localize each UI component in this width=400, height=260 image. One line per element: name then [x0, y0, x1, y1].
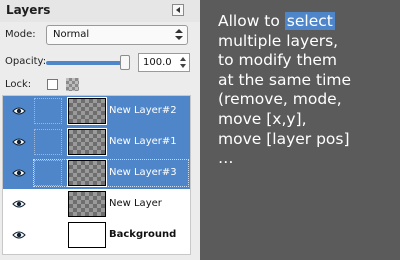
caption-highlight: select: [284, 12, 335, 30]
mode-value: Normal: [53, 29, 90, 40]
eye-icon[interactable]: [12, 167, 26, 179]
eye-icon[interactable]: [12, 229, 26, 241]
opacity-slider-handle[interactable]: [120, 55, 130, 70]
caption-line: at the same time: [218, 70, 352, 89]
mode-select[interactable]: Normal: [46, 25, 188, 45]
layer-thumbnail: [67, 159, 107, 187]
layer-row[interactable]: New Layer#2: [3, 96, 190, 127]
spin-arrows-icon[interactable]: [180, 56, 187, 69]
caption-line: (remove, mode,: [218, 90, 342, 109]
layer-thumbnail: [67, 128, 107, 156]
layer-thumbnail: [67, 97, 107, 125]
panel-header: Layers: [0, 0, 200, 22]
eye-icon[interactable]: [12, 105, 26, 117]
opacity-slider[interactable]: [46, 61, 129, 65]
lock-pixels-checkbox[interactable]: [47, 79, 58, 90]
layer-row[interactable]: New Layer#3: [3, 158, 190, 189]
opacity-value: 100.0: [143, 57, 172, 68]
chain-toggle[interactable]: [34, 160, 62, 186]
eye-icon[interactable]: [12, 198, 26, 210]
caption-text: Allow to: [218, 12, 285, 30]
caption-line: multiple layers,: [218, 31, 339, 50]
layer-thumbnail: [68, 222, 106, 248]
layer-name: New Layer#1: [109, 136, 177, 147]
caption-line: to modify them: [218, 51, 338, 70]
caption-line: Allow to select: [218, 12, 398, 32]
layer-thumbnail: [68, 191, 106, 217]
chain-toggle[interactable]: [34, 98, 62, 124]
layers-panel: Layers Mode: Normal Opacity: 100.0 Lock:…: [0, 0, 200, 260]
caption-line: move [layer pos]: [218, 129, 350, 148]
chain-toggle[interactable]: [34, 129, 62, 155]
lock-label: Lock:: [5, 79, 32, 90]
panel-menu-button[interactable]: [172, 4, 184, 16]
layers-list: New Layer#2 New Layer#1 New Layer#3 New …: [2, 95, 191, 255]
annotation-caption: Allow to select multiple layers, to modi…: [218, 12, 398, 169]
chevron-updown-icon: [175, 28, 183, 42]
lock-alpha-icon[interactable]: [66, 78, 79, 91]
layer-name: New Layer#3: [109, 167, 177, 178]
opacity-label: Opacity:: [5, 56, 47, 67]
layer-name: New Layer: [109, 198, 162, 209]
layer-name: Background: [109, 229, 177, 240]
mode-label: Mode:: [5, 29, 36, 40]
layer-row[interactable]: New Layer#1: [3, 127, 190, 158]
caption-line: …: [218, 149, 234, 168]
layer-name: New Layer#2: [109, 105, 177, 116]
panel-title: Layers: [6, 3, 51, 17]
layer-row[interactable]: New Layer: [3, 189, 190, 220]
caption-line: move [x,y],: [218, 109, 307, 128]
layer-row[interactable]: Background: [3, 220, 190, 251]
opacity-spinbox[interactable]: 100.0: [138, 53, 190, 72]
eye-icon[interactable]: [12, 136, 26, 148]
